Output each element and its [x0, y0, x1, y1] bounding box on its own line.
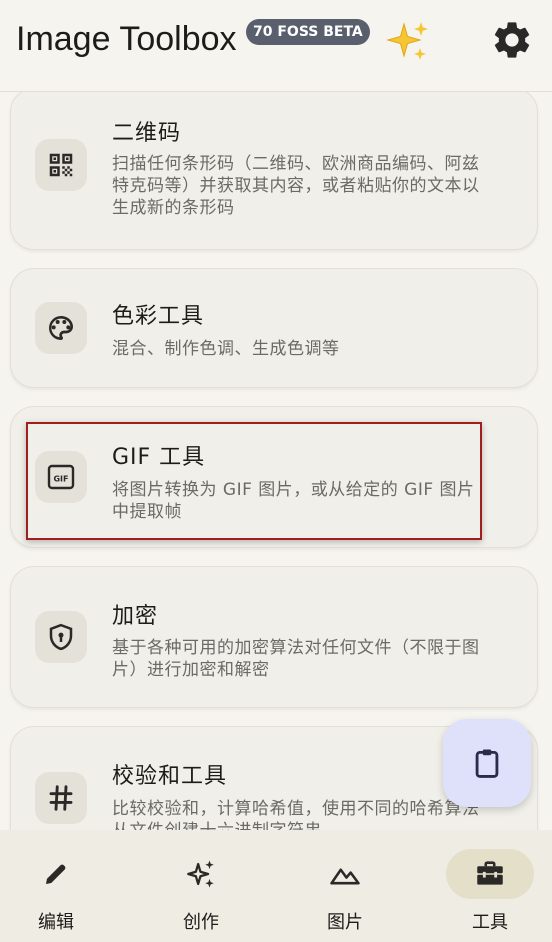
card-title: GIF 工具: [112, 445, 206, 470]
qr-code-icon: [49, 153, 73, 177]
card-title: 色彩工具: [112, 304, 205, 329]
tool-card-barcode[interactable]: 二维码 扫描任何条形码（二维码、欧洲商品编码、阿兹特克码等）并获取其内容，或者粘…: [10, 92, 538, 250]
tool-card-color-tools[interactable]: 色彩工具 混合、制作色调、生成色调等: [10, 268, 538, 388]
tool-card-gif-tools[interactable]: GIF GIF 工具 将图片转换为 GIF 图片，或从给定的 GIF 图片中提取…: [10, 406, 538, 548]
card-icon-container: [35, 139, 87, 191]
paste-fab[interactable]: [443, 719, 531, 807]
card-description: 比较校验和，计算哈希值，使用不同的哈希算法从文件创建十六进制字符串: [112, 799, 480, 830]
card-description: 基于各种可用的加密算法对任何文件（不限于图片）进行加密和解密: [112, 638, 480, 680]
nav-label: 编辑: [38, 912, 74, 933]
sparkle-button[interactable]: [384, 18, 432, 66]
nav-icon-container: [301, 849, 389, 899]
nav-icon-container: [157, 849, 245, 899]
tool-card-encryption[interactable]: 加密 基于各种可用的加密算法对任何文件（不限于图片）进行加密和解密: [10, 566, 538, 708]
clipboard-icon: [475, 749, 499, 778]
nav-item-edit[interactable]: 编辑: [0, 830, 125, 942]
nav-item-tools[interactable]: 工具: [421, 830, 552, 942]
hashtag-icon: [49, 785, 73, 811]
top-app-bar: Image Toolbox 70 FOSS BETA: [0, 0, 552, 92]
card-title: 加密: [112, 604, 159, 629]
nav-label: 图片: [327, 912, 363, 933]
palette-icon: [49, 316, 73, 340]
sparkles-icon: [187, 860, 214, 888]
card-icon-container: GIF: [35, 451, 87, 503]
pencil-icon: [46, 864, 66, 884]
nav-label: 创作: [183, 912, 219, 933]
card-description: 混合、制作色调、生成色调等: [112, 339, 340, 359]
card-description: 扫描任何条形码（二维码、欧洲商品编码、阿兹特克码等）并获取其内容，或者粘贴你的文…: [112, 154, 480, 218]
nav-icon-container-active: [446, 849, 534, 899]
gear-icon: [494, 22, 530, 58]
nav-icon-container: [12, 849, 100, 899]
card-icon-container: [35, 611, 87, 663]
settings-button[interactable]: [490, 18, 534, 62]
card-description: 将图片转换为 GIF 图片，或从给定的 GIF 图片中提取帧: [112, 480, 475, 522]
svg-text:GIF: GIF: [53, 475, 68, 484]
gif-icon: GIF: [47, 464, 75, 490]
card-title: 校验和工具: [112, 764, 228, 789]
card-icon-container: [35, 302, 87, 354]
sparkles-icon: [386, 22, 428, 60]
shield-lock-icon: [49, 623, 73, 651]
version-badge: 70 FOSS BETA: [246, 19, 370, 45]
card-title: 二维码: [112, 121, 182, 146]
nav-item-create[interactable]: 创作: [132, 830, 270, 942]
toolbox-icon: [477, 861, 503, 885]
bottom-navigation: 编辑 创作 图片 工具: [0, 830, 552, 942]
app-title: Image Toolbox: [16, 20, 237, 58]
image-mountain-icon: [330, 868, 360, 885]
card-icon-container: [35, 772, 87, 824]
nav-label: 工具: [472, 912, 508, 933]
nav-item-images[interactable]: 图片: [276, 830, 414, 942]
